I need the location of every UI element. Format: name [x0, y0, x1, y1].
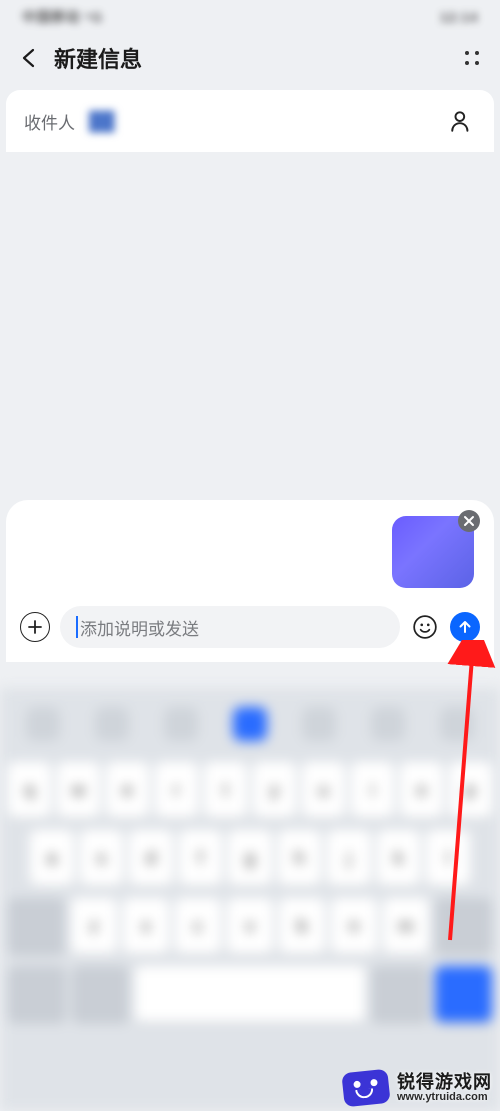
message-input[interactable]: 添加说明或发送 [60, 606, 400, 648]
page-title: 新建信息 [54, 42, 460, 74]
status-time: 12:14 [440, 9, 478, 25]
status-bar: 中国移动 ⁵G 12:14 [0, 0, 500, 34]
back-icon[interactable] [16, 44, 44, 72]
keyboard[interactable]: qwertyuiop asdfghjkl zxcvbnm [0, 688, 500, 1111]
add-attachment-icon[interactable] [20, 612, 50, 642]
text-caret [76, 616, 78, 638]
remove-attachment-icon[interactable] [458, 510, 480, 532]
watermark-name: 锐得游戏网 [397, 1073, 492, 1092]
recipient-row: 收件人 ██ [6, 90, 494, 152]
emoji-icon[interactable] [410, 612, 440, 642]
shift-key[interactable] [8, 898, 65, 954]
watermark-logo-icon [341, 1069, 390, 1108]
attachment-thumbnail[interactable] [392, 516, 474, 588]
status-carrier: 中国移动 ⁵G [22, 7, 103, 27]
compose-panel: 添加说明或发送 [6, 500, 494, 662]
watermark-url: www.ytruida.com [397, 1092, 492, 1104]
keyboard-row-4[interactable] [8, 966, 492, 1022]
keyboard-row-3[interactable]: zxcvbnm [8, 898, 492, 954]
keyboard-toolbar[interactable] [8, 700, 492, 748]
keyboard-row-1[interactable]: qwertyuiop [8, 762, 492, 818]
period-key[interactable] [371, 966, 429, 1022]
watermark: 锐得游戏网 www.ytruida.com [325, 1061, 500, 1111]
comma-key[interactable] [72, 966, 130, 1022]
backspace-key[interactable] [435, 898, 492, 954]
recipient-label: 收件人 [24, 109, 75, 134]
symbols-key[interactable] [8, 966, 66, 1022]
keyboard-row-2[interactable]: asdfghjkl [8, 830, 492, 886]
input-row: 添加说明或发送 [20, 606, 480, 648]
space-key[interactable] [135, 966, 365, 1022]
message-placeholder: 添加说明或发送 [80, 615, 199, 640]
more-menu-icon[interactable] [460, 46, 484, 70]
enter-key[interactable] [435, 966, 493, 1022]
pick-contact-icon[interactable] [448, 107, 476, 135]
header: 新建信息 [0, 34, 500, 88]
recipient-value[interactable]: ██ [89, 111, 115, 132]
send-button[interactable] [450, 612, 480, 642]
